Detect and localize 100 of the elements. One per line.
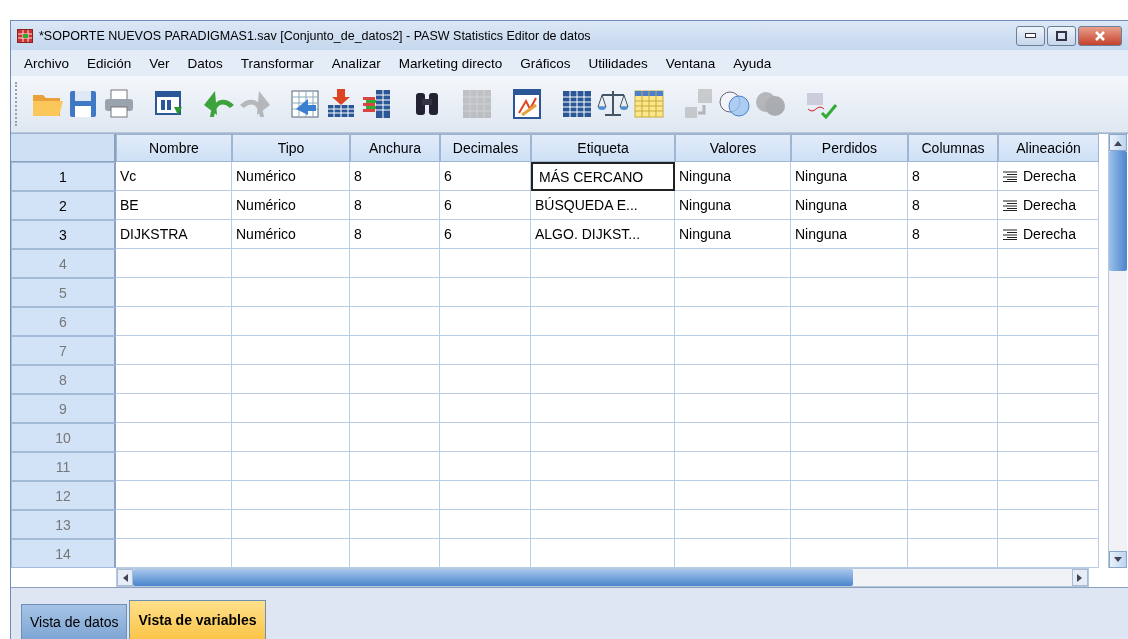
empty-cell[interactable] bbox=[998, 365, 1099, 394]
empty-cell[interactable] bbox=[440, 249, 531, 278]
column-header[interactable]: Alineación bbox=[998, 134, 1099, 162]
empty-cell[interactable] bbox=[908, 307, 998, 336]
empty-cell[interactable] bbox=[350, 365, 440, 394]
scroll-left-icon[interactable] bbox=[117, 569, 133, 586]
menu-item[interactable]: Analizar bbox=[323, 55, 391, 71]
close-button[interactable] bbox=[1078, 25, 1122, 46]
empty-cell[interactable] bbox=[350, 510, 440, 539]
empty-cell[interactable] bbox=[232, 481, 350, 510]
empty-cell[interactable] bbox=[440, 394, 531, 423]
menu-item[interactable]: Transformar bbox=[232, 55, 324, 71]
empty-cell[interactable] bbox=[908, 365, 998, 394]
empty-cell[interactable] bbox=[232, 423, 350, 452]
empty-cell[interactable] bbox=[998, 394, 1099, 423]
empty-cell[interactable] bbox=[440, 365, 531, 394]
menu-item[interactable]: Ayuda bbox=[725, 55, 782, 71]
empty-cell[interactable] bbox=[440, 452, 531, 481]
empty-cell[interactable] bbox=[908, 278, 998, 307]
empty-cell[interactable] bbox=[232, 452, 350, 481]
menu-item[interactable]: Datos bbox=[179, 55, 233, 71]
row-number[interactable]: 3 bbox=[11, 220, 116, 249]
empty-cell[interactable] bbox=[350, 307, 440, 336]
empty-cell[interactable] bbox=[675, 394, 791, 423]
scroll-down-icon[interactable] bbox=[1109, 551, 1127, 568]
empty-cell[interactable] bbox=[998, 336, 1099, 365]
empty-cell[interactable] bbox=[675, 365, 791, 394]
empty-cell[interactable] bbox=[531, 510, 675, 539]
empty-cell[interactable] bbox=[440, 510, 531, 539]
empty-cell[interactable] bbox=[675, 481, 791, 510]
empty-cell[interactable] bbox=[440, 423, 531, 452]
empty-cell[interactable] bbox=[440, 481, 531, 510]
horizontal-scrollbar[interactable] bbox=[116, 568, 1089, 587]
column-header[interactable]: Decimales bbox=[440, 134, 531, 162]
empty-cell[interactable] bbox=[531, 365, 675, 394]
empty-cell[interactable] bbox=[531, 278, 675, 307]
scroll-thumb[interactable] bbox=[1109, 151, 1127, 271]
menu-item[interactable]: Gráficos bbox=[512, 55, 581, 71]
empty-cell[interactable] bbox=[908, 423, 998, 452]
empty-cell[interactable] bbox=[440, 278, 531, 307]
empty-cell[interactable] bbox=[998, 278, 1099, 307]
menu-item[interactable]: Marketing directo bbox=[390, 55, 513, 71]
column-header[interactable]: Perdidos bbox=[791, 134, 908, 162]
empty-cell[interactable] bbox=[440, 307, 531, 336]
column-header[interactable]: Anchura bbox=[350, 134, 440, 162]
empty-cell[interactable] bbox=[791, 249, 908, 278]
menu-item[interactable]: Utilidades bbox=[580, 55, 658, 71]
empty-cell[interactable] bbox=[908, 452, 998, 481]
empty-cell[interactable] bbox=[998, 481, 1099, 510]
empty-cell[interactable] bbox=[791, 336, 908, 365]
empty-cell[interactable] bbox=[232, 249, 350, 278]
empty-cell[interactable] bbox=[998, 510, 1099, 539]
empty-cell[interactable] bbox=[998, 423, 1099, 452]
empty-cell[interactable] bbox=[791, 481, 908, 510]
menu-item[interactable]: Ventana bbox=[657, 55, 726, 71]
column-header[interactable]: Columnas bbox=[908, 134, 998, 162]
column-header[interactable]: Nombre bbox=[116, 134, 232, 162]
empty-cell[interactable] bbox=[350, 452, 440, 481]
vertical-scrollbar[interactable] bbox=[1108, 134, 1127, 568]
empty-cell[interactable] bbox=[998, 452, 1099, 481]
empty-cell[interactable] bbox=[791, 278, 908, 307]
empty-cell[interactable] bbox=[531, 481, 675, 510]
empty-cell[interactable] bbox=[350, 278, 440, 307]
empty-cell[interactable] bbox=[350, 394, 440, 423]
maximize-button[interactable] bbox=[1047, 25, 1076, 46]
row-number[interactable]: 2 bbox=[11, 191, 116, 220]
empty-cell[interactable] bbox=[440, 336, 531, 365]
empty-cell[interactable] bbox=[232, 278, 350, 307]
empty-cell[interactable] bbox=[675, 278, 791, 307]
empty-cell[interactable] bbox=[791, 365, 908, 394]
row-number[interactable]: 1 bbox=[11, 162, 116, 191]
empty-cell[interactable] bbox=[791, 307, 908, 336]
column-header[interactable]: Tipo bbox=[232, 134, 350, 162]
empty-cell[interactable] bbox=[791, 510, 908, 539]
empty-cell[interactable] bbox=[531, 307, 675, 336]
column-header[interactable]: Valores bbox=[675, 134, 791, 162]
empty-cell[interactable] bbox=[998, 307, 1099, 336]
empty-cell[interactable] bbox=[791, 394, 908, 423]
empty-cell[interactable] bbox=[232, 365, 350, 394]
empty-cell[interactable] bbox=[350, 481, 440, 510]
empty-cell[interactable] bbox=[531, 394, 675, 423]
empty-cell[interactable] bbox=[350, 336, 440, 365]
empty-cell[interactable] bbox=[908, 510, 998, 539]
empty-cell[interactable] bbox=[232, 336, 350, 365]
empty-cell[interactable] bbox=[791, 423, 908, 452]
empty-cell[interactable] bbox=[675, 452, 791, 481]
empty-cell[interactable] bbox=[350, 423, 440, 452]
empty-cell[interactable] bbox=[675, 510, 791, 539]
column-header[interactable]: Etiqueta bbox=[531, 134, 675, 162]
view-tab[interactable]: Vista de datos bbox=[21, 604, 128, 639]
empty-cell[interactable] bbox=[675, 307, 791, 336]
empty-cell[interactable] bbox=[531, 452, 675, 481]
empty-cell[interactable] bbox=[675, 423, 791, 452]
empty-cell[interactable] bbox=[232, 510, 350, 539]
minimize-button[interactable] bbox=[1016, 25, 1045, 46]
empty-cell[interactable] bbox=[908, 336, 998, 365]
empty-cell[interactable] bbox=[232, 394, 350, 423]
scroll-right-icon[interactable] bbox=[1072, 569, 1088, 586]
empty-cell[interactable] bbox=[675, 249, 791, 278]
empty-cell[interactable] bbox=[908, 394, 998, 423]
